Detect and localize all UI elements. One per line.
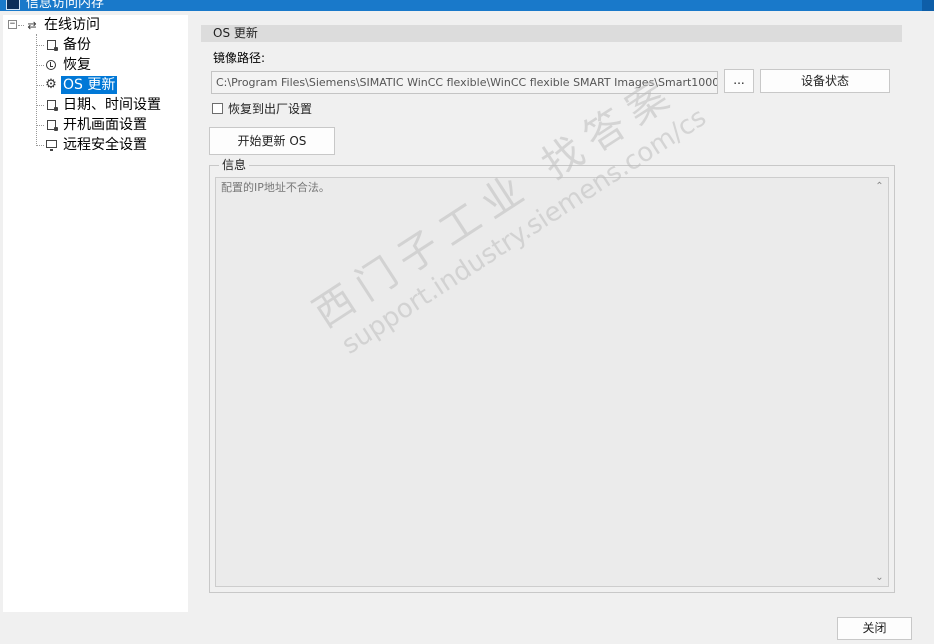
- scroll-down-icon[interactable]: ⌄: [874, 572, 885, 583]
- restore-factory-label: 恢复到出厂设置: [228, 102, 313, 116]
- restore-clock-icon: [45, 59, 57, 71]
- online-connection-icon: ⇄: [27, 18, 37, 32]
- info-scrollbar[interactable]: ⌃ ⌄: [871, 178, 888, 586]
- start-os-update-button[interactable]: 开始更新 OS: [209, 127, 335, 155]
- info-text-area[interactable]: 配置的IP地址不合法。 ⌃ ⌄: [215, 177, 889, 587]
- browse-button[interactable]: ...: [724, 69, 754, 93]
- image-path-label: 镜像路径:: [213, 51, 266, 65]
- tree-item-label: 远程安全设置: [63, 137, 147, 153]
- navigation-tree: − ⇄ 在线访问 备份 恢复 ⚙ OS 更新 日期、时间设置 开机画面设置 远程…: [3, 15, 188, 612]
- tree-item-label: OS 更新: [61, 76, 118, 94]
- startup-screen-icon: [45, 119, 58, 131]
- device-status-button[interactable]: 设备状态: [760, 69, 890, 93]
- monitor-icon: [45, 139, 57, 151]
- image-path-input[interactable]: C:\Program Files\Siemens\SIMATIC WinCC f…: [211, 71, 718, 94]
- tree-item-backup[interactable]: 备份: [45, 36, 93, 54]
- section-header: OS 更新: [201, 25, 902, 42]
- tree-item-os-update[interactable]: ⚙ OS 更新: [45, 76, 118, 94]
- backup-icon: [45, 39, 58, 51]
- tree-item-label: 开机画面设置: [63, 117, 147, 133]
- tree-item-restore[interactable]: 恢复: [45, 56, 93, 74]
- tree-item-label: 日期、时间设置: [63, 97, 161, 113]
- title-bar-control[interactable]: [922, 0, 934, 11]
- gear-icon: ⚙: [45, 77, 57, 92]
- tree-root-label: 在线访问: [44, 17, 100, 33]
- tree-item-label: 恢复: [63, 57, 91, 73]
- info-group-label: 信息: [219, 158, 250, 172]
- tree-item-remote-security[interactable]: 远程安全设置: [45, 136, 149, 154]
- tree-item-label: 备份: [63, 37, 91, 53]
- info-message: 配置的IP地址不合法。: [221, 181, 330, 194]
- calendar-settings-icon: [45, 99, 58, 111]
- app-icon: [6, 0, 20, 10]
- restore-factory-checkbox[interactable]: [212, 103, 223, 114]
- scroll-up-icon[interactable]: ⌃: [874, 181, 885, 192]
- restore-factory-option[interactable]: 恢复到出厂设置: [212, 100, 312, 117]
- tree-item-date-time[interactable]: 日期、时间设置: [45, 96, 163, 114]
- collapse-toggle-icon[interactable]: −: [8, 20, 17, 29]
- tree-item-startup-screen[interactable]: 开机画面设置: [45, 116, 149, 134]
- section-title: OS 更新: [213, 26, 258, 40]
- tree-root-online-access[interactable]: − ⇄ 在线访问: [3, 16, 102, 34]
- window-title: 信息访问内存: [26, 0, 105, 11]
- close-button[interactable]: 关闭: [837, 617, 912, 640]
- title-bar: 信息访问内存: [0, 0, 934, 11]
